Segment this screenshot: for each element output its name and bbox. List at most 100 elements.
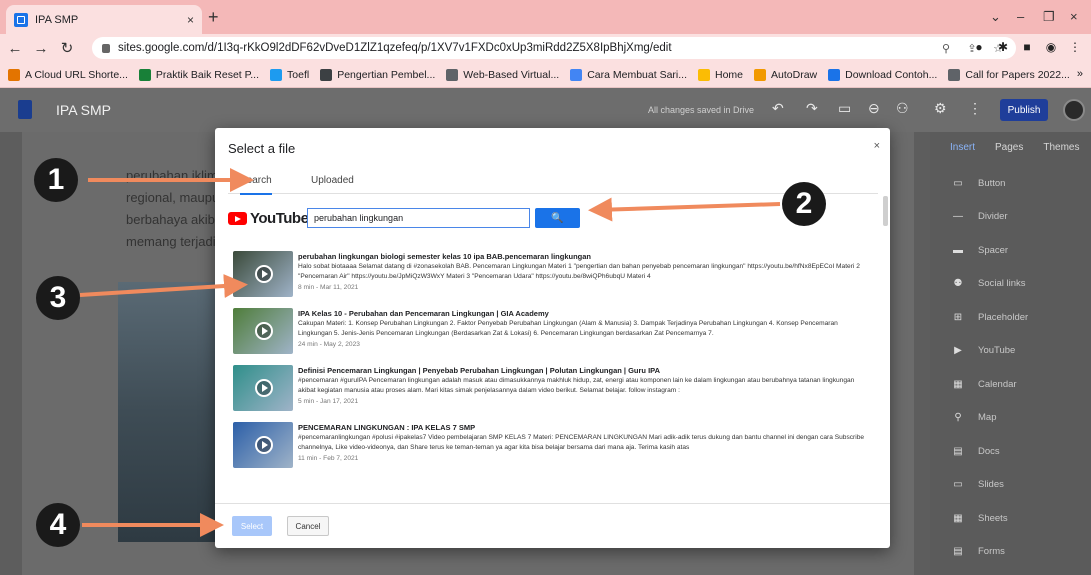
insert-item-label: YouTube (978, 345, 1016, 356)
bookmark-item[interactable]: Web-Based Virtual... (446, 68, 560, 81)
undo-icon[interactable]: ↶ (772, 100, 784, 117)
lock-icon (102, 43, 110, 53)
bookmark-label: Web-Based Virtual... (463, 68, 560, 81)
video-title[interactable]: Definisi Pencemaran Lingkungan | Penyeba… (298, 366, 660, 375)
video-result-item[interactable]: IPA Kelas 10 - Perubahan dan Pencemaran … (228, 303, 873, 361)
video-result-item[interactable]: PENCEMARAN LINGKUNGAN : IPA KELAS 7 SMP #… (228, 417, 873, 475)
insert-item-label: Sheets (978, 512, 1008, 524)
insert-item-forms[interactable]: ▤ Forms (952, 546, 1005, 558)
insert-item-label: Forms (978, 546, 1005, 557)
youtube-play-icon (228, 212, 247, 225)
insert-item-placeholder[interactable]: ⊞ Placeholder (952, 311, 1028, 323)
insert-item-youtube[interactable]: ▶ YouTube (952, 345, 1015, 357)
bookmark-item[interactable]: Download Contoh... (828, 68, 937, 81)
insert-item-calendar[interactable]: ▦ Calendar (952, 378, 1016, 390)
menu-kebab-icon[interactable]: ⋮ (1067, 39, 1083, 55)
bookmark-item[interactable]: AutoDraw (754, 68, 817, 81)
insert-item-slides[interactable]: ▭ Slides (952, 479, 1004, 491)
reload-icon[interactable]: ↻ (56, 39, 78, 57)
restore-button[interactable]: ❐ (1043, 9, 1055, 25)
spacer-icon: ▬ (953, 244, 963, 256)
video-result-item[interactable]: Definisi Pencemaran Lingkungan | Penyeba… (228, 360, 873, 418)
avatar[interactable] (1063, 99, 1085, 121)
video-title[interactable]: IPA Kelas 10 - Perubahan dan Pencemaran … (298, 309, 549, 318)
insert-item-button[interactable]: ▭ Button (952, 177, 1005, 189)
zoom-icon[interactable]: ⚲ (938, 40, 954, 56)
sheets-icon: ▦ (953, 512, 963, 524)
social-links-icon: ⚉ (953, 278, 963, 289)
close-icon[interactable]: × (874, 140, 880, 152)
bookmark-favicon-icon (828, 68, 841, 81)
side-panel-icon[interactable]: ■ (1019, 39, 1035, 55)
select-button[interactable]: Select (232, 516, 272, 536)
back-arrow-icon[interactable]: ← (4, 40, 26, 57)
sites-editor-header: IPA SMP All changes saved in Drive ↶ ↷ ▭… (0, 88, 1091, 132)
bookmark-item[interactable]: Cara Membuat Sari... (570, 68, 687, 81)
link-icon[interactable]: ⊖ (868, 100, 880, 117)
settings-gear-icon[interactable]: ⚙ (934, 100, 947, 117)
bookmark-favicon-icon (446, 68, 459, 81)
close-window-button[interactable]: × (1070, 9, 1078, 24)
google-sites-logo-icon[interactable] (18, 100, 32, 119)
bookmark-item[interactable]: Home (698, 68, 743, 81)
new-tab-button[interactable]: + (208, 8, 219, 26)
video-result-item[interactable]: perubahan lingkungan biologi semester ke… (228, 246, 873, 304)
play-icon (255, 436, 273, 454)
bookmark-item[interactable]: A Cloud URL Shorte... (8, 68, 128, 81)
tab-themes[interactable]: Themes (1043, 142, 1079, 153)
insert-item-divider[interactable]: — Divider (952, 211, 1008, 223)
google-sites-favicon-icon (14, 12, 28, 27)
video-thumbnail[interactable] (233, 308, 293, 354)
more-options-icon[interactable]: ⋮ (968, 100, 982, 117)
insert-item-social-links[interactable]: ⚉ Social links (952, 278, 1026, 290)
bookmark-item[interactable]: Praktik Baik Reset P... (138, 68, 259, 81)
profile-icon[interactable]: ◉ (1043, 39, 1059, 55)
puzzle-extensions-icon[interactable]: ✱ (995, 39, 1011, 55)
insert-item-spacer[interactable]: ▬ Spacer (952, 244, 1008, 256)
youtube-search-input[interactable] (307, 208, 530, 228)
divider-icon: — (953, 211, 963, 222)
browser-tab[interactable]: IPA SMP × (6, 5, 202, 34)
tab-search[interactable]: Search (240, 175, 272, 195)
address-bar[interactable]: sites.google.com/d/1I3q-rKkO9l2dDF62vDve… (92, 37, 1016, 59)
panel-tabs: Insert Pages Themes (930, 132, 1091, 162)
tab-insert[interactable]: Insert (950, 142, 975, 153)
bookmark-label: Pengertian Pembel... (337, 68, 436, 81)
search-button[interactable]: 🔍 (535, 208, 580, 228)
bookmark-favicon-icon (320, 68, 333, 81)
video-description: #pencemaran #guruIPA Pencemaran lingkung… (298, 377, 855, 394)
insert-item-docs[interactable]: ▤ Docs (952, 445, 999, 457)
cancel-button[interactable]: Cancel (287, 516, 329, 536)
bookmark-item[interactable]: Pengertian Pembel... (320, 68, 436, 81)
preview-icon[interactable]: ▭ (838, 100, 851, 117)
forms-icon: ▤ (953, 546, 963, 557)
video-thumbnail[interactable] (233, 251, 293, 297)
tab-search-chevron-icon[interactable]: ⌄ (990, 9, 1001, 25)
site-name[interactable]: IPA SMP (56, 102, 111, 118)
bookmark-item[interactable]: Call for Papers 2022... (948, 68, 1070, 81)
video-title[interactable]: PENCEMARAN LINGKUNGAN : IPA KELAS 7 SMP (298, 423, 475, 432)
extension-icons: ● ✱ ■ ◉ ⋮ (971, 39, 1083, 55)
extension-icon[interactable]: ● (971, 39, 987, 55)
publish-button[interactable]: Publish (1000, 99, 1048, 121)
video-thumbnail[interactable] (233, 365, 293, 411)
video-title[interactable]: perubahan lingkungan biologi semester ke… (298, 252, 591, 261)
bookmarks-more-icon[interactable]: » (1077, 68, 1083, 80)
tab-pages[interactable]: Pages (995, 142, 1023, 153)
browser-tab-strip: IPA SMP × + ⌄ – ❐ × (0, 0, 1091, 34)
video-description: Cakupan Materi: 1. Konsep Perubahan Ling… (298, 320, 838, 337)
redo-icon[interactable]: ↷ (806, 100, 818, 117)
tab-uploaded[interactable]: Uploaded (311, 175, 354, 186)
insert-item-map[interactable]: ⚲ Map (952, 412, 996, 424)
insert-item-label: Slides (978, 479, 1004, 490)
video-thumbnail[interactable] (233, 422, 293, 468)
share-person-icon[interactable]: ⚇ (896, 100, 909, 117)
insert-item-sheets[interactable]: ▦ Sheets (952, 512, 1008, 524)
scrollbar[interactable] (883, 196, 888, 226)
tab-close-icon[interactable]: × (187, 13, 194, 27)
bookmark-item[interactable]: Toefl (270, 68, 309, 81)
bookmark-favicon-icon (570, 68, 583, 81)
minimize-button[interactable]: – (1017, 9, 1024, 24)
forward-arrow-icon[interactable]: → (30, 40, 52, 57)
insert-item-label: Social links (978, 278, 1026, 289)
